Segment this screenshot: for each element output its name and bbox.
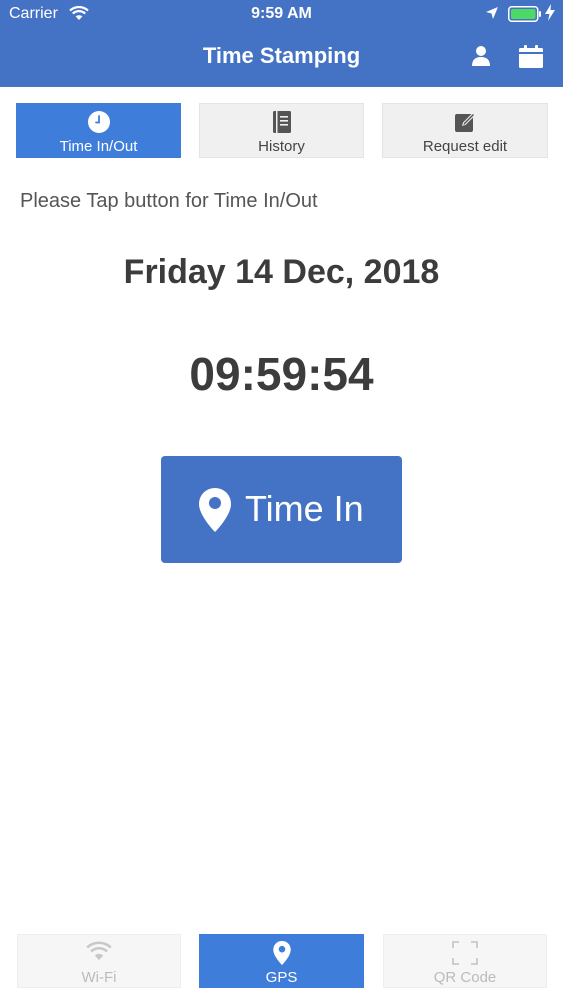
location-arrow-icon	[485, 6, 499, 25]
tab-request-edit[interactable]: Request edit	[382, 103, 548, 158]
map-pin-icon	[272, 941, 291, 969]
instruction-text: Please Tap button for Time In/Out	[20, 190, 318, 212]
tab-label: GPS	[265, 969, 298, 986]
tab-qr-code[interactable]: QR Code	[383, 934, 547, 988]
status-time: 9:59 AM	[251, 5, 312, 22]
tab-gps[interactable]: GPS	[199, 934, 364, 988]
app-header: Carrier 9:59 AM Time Stamping	[0, 0, 563, 87]
book-icon	[271, 110, 293, 138]
wifi-icon	[86, 941, 112, 965]
tab-time-in-out[interactable]: Time In/Out	[16, 103, 181, 158]
bottom-tab-bar: Wi-Fi GPS QR Code	[17, 934, 547, 988]
tab-label: Time In/Out	[59, 138, 138, 155]
time-in-button[interactable]: Time In	[161, 456, 402, 563]
tab-wifi[interactable]: Wi-Fi	[17, 934, 181, 988]
map-pin-icon	[199, 488, 231, 535]
qr-scan-icon	[452, 941, 478, 969]
time-in-label: Time In	[245, 488, 364, 529]
tab-label: Wi-Fi	[81, 969, 117, 986]
tab-label: Request edit	[422, 138, 508, 155]
current-date: Friday 14 Dec, 2018	[123, 253, 440, 291]
tab-history[interactable]: History	[199, 103, 364, 158]
battery-icon	[508, 6, 542, 27]
charging-bolt-icon	[545, 4, 555, 26]
tab-label: History	[258, 138, 305, 155]
tab-label: QR Code	[433, 969, 497, 986]
clock-icon	[87, 110, 111, 138]
calendar-icon[interactable]	[518, 45, 544, 74]
user-icon[interactable]	[470, 45, 492, 72]
current-time: 09:59:54	[189, 348, 374, 400]
edit-icon	[453, 110, 477, 138]
status-bar: Carrier 9:59 AM	[0, 0, 563, 30]
mode-tabs: Time In/Out History Request edit	[16, 103, 548, 158]
